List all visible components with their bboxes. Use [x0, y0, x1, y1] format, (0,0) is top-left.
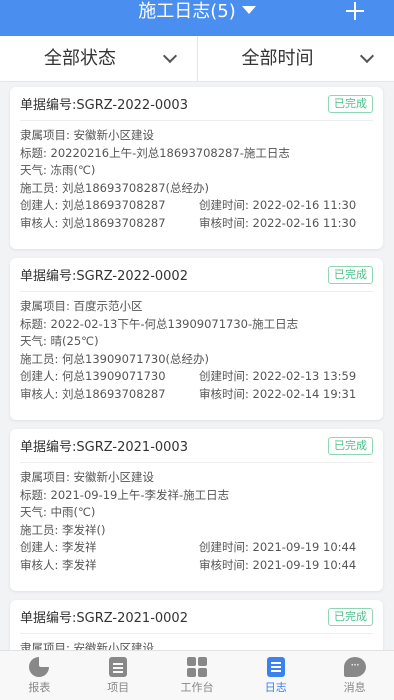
reviewer-row: 审核人: 刘总18693708287 审核时间: 2022-02-14 19:3…: [20, 386, 373, 404]
tab-label: 消息: [343, 681, 366, 694]
worker-line: 施工员: 刘总18693708287(总经办): [20, 180, 209, 195]
creator-line: 创建人: 刘总18693708287: [20, 198, 166, 212]
card-body: 隶属项目: 安徽新小区建设 标题: 2021-09-19上午-李发祥-施工日志 …: [20, 463, 373, 574]
title-dropdown[interactable]: 施工日志(5): [0, 0, 394, 26]
card-header: 单据编号:SGRZ-2021-0003 已完成: [20, 429, 373, 463]
time-filter-label: 全部时间: [241, 48, 314, 69]
reviewer-row: 审核人: 李发祥 审核时间: 2021-09-19 10:44: [20, 557, 373, 575]
card-number: 单据编号:SGRZ-2022-0003: [20, 98, 188, 113]
message-icon: [343, 657, 366, 677]
log-card[interactable]: 单据编号:SGRZ-2021-0003 已完成 隶属项目: 安徽新小区建设 标题…: [10, 429, 383, 591]
tab-label: 工作台: [180, 681, 214, 694]
time-filter[interactable]: 全部时间: [196, 36, 394, 81]
tab-label: 报表: [28, 681, 51, 694]
add-button[interactable]: [344, 0, 366, 22]
weather-line: 天气: 晴(25℃): [20, 334, 99, 348]
title-line: 标题: 2021-09-19上午-李发祥-施工日志: [20, 487, 230, 502]
status-filter-label: 全部状态: [44, 48, 116, 69]
card-header: 单据编号:SGRZ-2022-0002 已完成: [20, 258, 373, 292]
weather-line: 天气: 中雨(℃): [20, 505, 96, 519]
tab-report[interactable]: 报表: [0, 651, 79, 700]
card-body: 隶属项目: 百度示范小区 标题: 2022-02-13下午-何总13909071…: [20, 292, 373, 403]
app-header: 施工日志(5): [0, 0, 394, 36]
creator-row: 创建人: 李发祥 创建时间: 2021-09-19 10:44: [20, 539, 373, 557]
creator-line: 创建人: 何总13909071730: [20, 369, 166, 383]
filter-bar: 全部状态 全部时间: [0, 36, 394, 82]
creator-row: 创建人: 刘总18693708287 创建时间: 2022-02-16 11:3…: [20, 197, 373, 215]
log-card[interactable]: 单据编号:SGRZ-2022-0003 已完成 隶属项目: 安徽新小区建设 标题…: [10, 87, 383, 249]
card-number: 单据编号:SGRZ-2021-0003: [20, 440, 188, 455]
reviewer-line: 审核人: 李发祥: [20, 557, 97, 572]
bottom-tab-bar: 报表 项目 工作台 日志 消息: [0, 650, 394, 700]
status-badge: 已完成: [328, 265, 373, 284]
status-filter[interactable]: 全部状态: [0, 36, 197, 81]
created-time: 创建时间: 2022-02-16 11:30: [199, 198, 357, 212]
title-line: 标题: 20220216上午-刘总18693708287-施工日志: [20, 145, 290, 160]
created-time: 创建时间: 2021-09-19 10:44: [199, 540, 357, 554]
project-line: 隶属项目: 百度示范小区: [20, 299, 143, 313]
status-badge: 已完成: [328, 607, 373, 626]
creator-row: 创建人: 何总13909071730 创建时间: 2022-02-13 13:5…: [20, 368, 373, 386]
tab-message[interactable]: 消息: [315, 651, 394, 700]
status-badge: 已完成: [328, 94, 373, 113]
log-list[interactable]: 单据编号:SGRZ-2022-0003 已完成 隶属项目: 安徽新小区建设 标题…: [0, 82, 394, 650]
creator-line: 创建人: 李发祥: [20, 540, 97, 554]
project-line: 隶属项目: 安徽新小区建设: [20, 128, 155, 142]
card-body: 隶属项目: 安徽新小区建设: [20, 634, 373, 650]
pie-chart-icon: [29, 657, 50, 677]
tab-project[interactable]: 项目: [79, 651, 158, 700]
status-badge: 已完成: [328, 436, 373, 455]
card-number: 单据编号:SGRZ-2022-0002: [20, 269, 188, 284]
tab-log[interactable]: 日志: [236, 651, 315, 700]
title-line: 标题: 2022-02-13下午-何总13909071730-施工日志: [20, 316, 299, 331]
reviewed-time: 审核时间: 2021-09-19 10:44: [199, 557, 357, 572]
created-time: 创建时间: 2022-02-13 13:59: [199, 369, 357, 383]
card-number: 单据编号:SGRZ-2021-0002: [20, 611, 188, 626]
tab-workbench[interactable]: 工作台: [158, 651, 237, 700]
reviewer-row: 审核人: 刘总18693708287 审核时间: 2022-02-16 11:3…: [20, 215, 373, 233]
weather-line: 天气: 冻雨(℃): [20, 163, 96, 177]
reviewed-time: 审核时间: 2022-02-14 19:31: [199, 386, 357, 401]
worker-line: 施工员: 李发祥(): [20, 522, 106, 537]
log-card[interactable]: 单据编号:SGRZ-2021-0002 已完成 隶属项目: 安徽新小区建设: [10, 600, 383, 650]
tab-label: 日志: [264, 681, 287, 694]
project-line: 隶属项目: 安徽新小区建设: [20, 470, 155, 484]
log-card[interactable]: 单据编号:SGRZ-2022-0002 已完成 隶属项目: 百度示范小区 标题:…: [10, 258, 383, 420]
card-body: 隶属项目: 安徽新小区建设 标题: 20220216上午-刘总186937082…: [20, 121, 373, 232]
project-line: 隶属项目: 安徽新小区建设: [20, 641, 155, 650]
card-header: 单据编号:SGRZ-2021-0002 已完成: [20, 600, 373, 634]
chevron-down-icon: [359, 48, 375, 64]
grid-icon: [186, 657, 207, 677]
reviewer-line: 审核人: 刘总18693708287: [20, 215, 166, 230]
document-icon: [109, 657, 128, 677]
caret-down-icon: [241, 6, 256, 14]
page-title: 施工日志(5): [138, 1, 236, 22]
tab-label: 项目: [107, 681, 130, 694]
reviewed-time: 审核时间: 2022-02-16 11:30: [199, 215, 357, 230]
chevron-down-icon: [162, 48, 177, 64]
card-header: 单据编号:SGRZ-2022-0003 已完成: [20, 87, 373, 121]
worker-line: 施工员: 何总13909071730(总经办): [20, 351, 209, 366]
log-icon: [266, 657, 285, 677]
reviewer-line: 审核人: 刘总18693708287: [20, 386, 166, 401]
